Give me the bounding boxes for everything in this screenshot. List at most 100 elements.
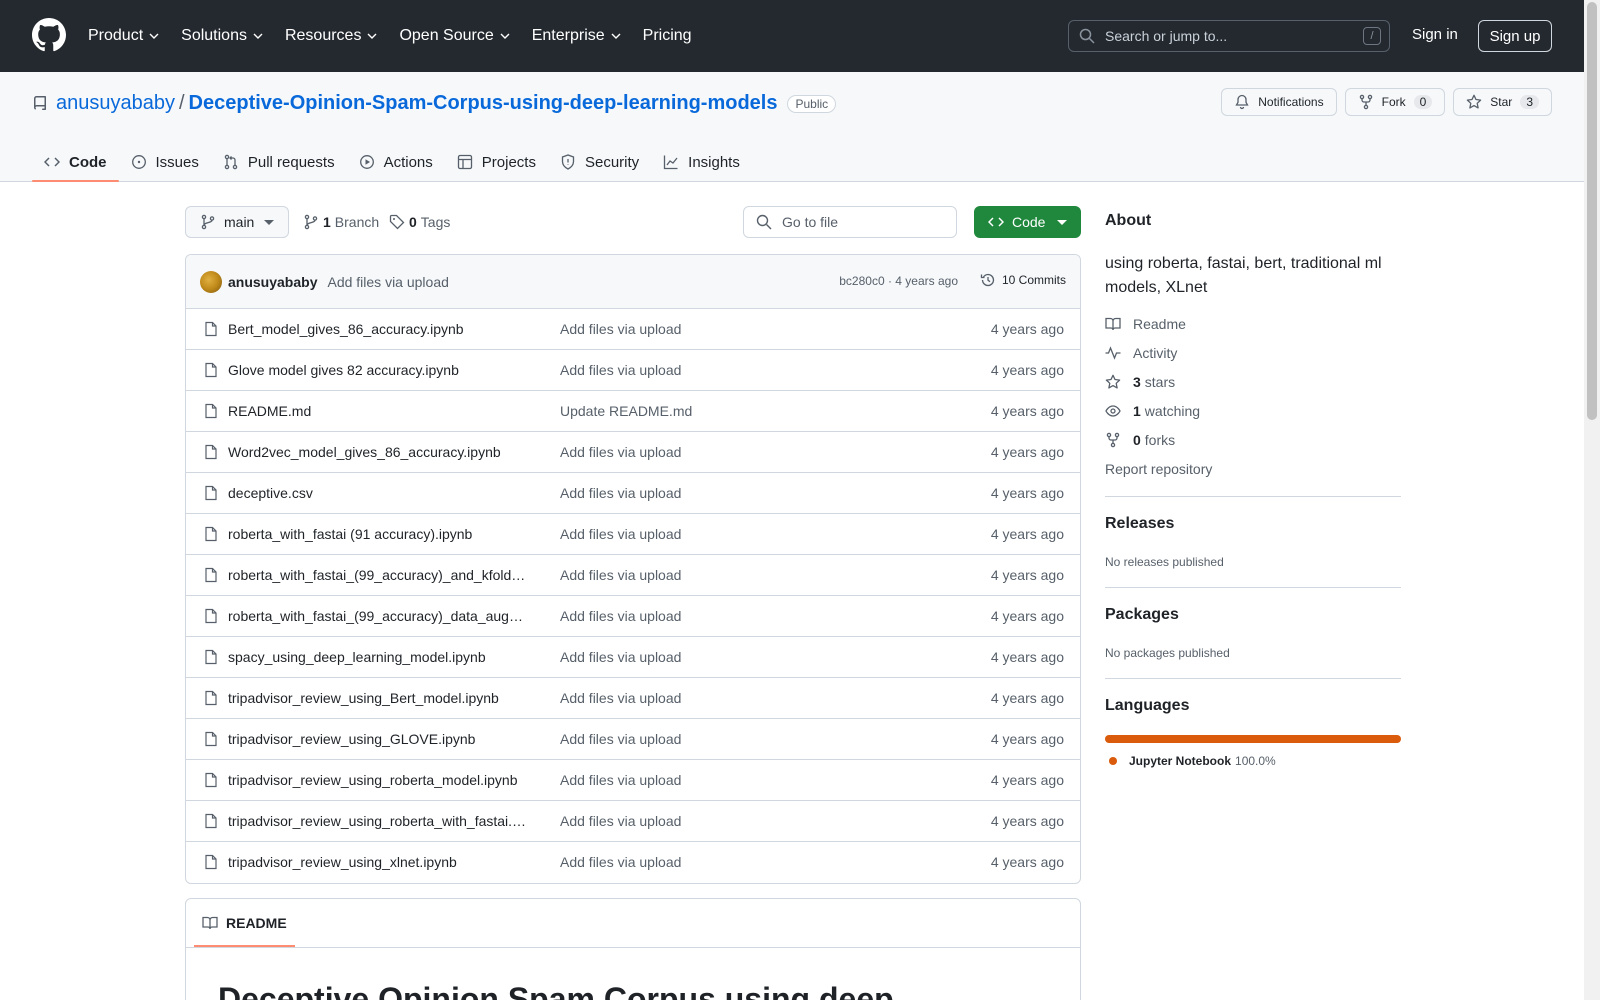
file-name-link[interactable]: roberta_with_fastai_(99_accuracy)_data_a… [228, 608, 528, 624]
file-name-link[interactable]: tripadvisor_review_using_Bert_model.ipyn… [228, 690, 528, 706]
stars-link[interactable]: 3 stars [1105, 372, 1175, 392]
star-label: Star [1490, 95, 1513, 109]
repo-owner-link[interactable]: anusuyababy [56, 92, 175, 115]
commit-meta[interactable]: bc280c0 · 4 years ago [839, 274, 958, 288]
file-commit-message[interactable]: Add files via upload [560, 813, 681, 829]
table-row: roberta_with_fastai_(99_accuracy)_and_kf… [186, 555, 1080, 596]
sign-in-link[interactable]: Sign in [1412, 26, 1458, 43]
tab-code[interactable]: Code [32, 142, 119, 182]
file-icon [205, 649, 217, 665]
tags-link[interactable]: 0 Tags [389, 206, 450, 238]
report-repository-link[interactable]: Report repository [1105, 459, 1212, 479]
file-name-link[interactable]: Bert_model_gives_86_accuracy.ipynb [228, 321, 528, 337]
nav-product[interactable]: Product [88, 27, 159, 45]
tab-insights[interactable]: Insights [651, 142, 752, 182]
nav-open-source[interactable]: Open Source [399, 27, 510, 45]
visibility-badge: Public [787, 94, 837, 113]
file-name-link[interactable]: Word2vec_model_gives_86_accuracy.ipynb [228, 444, 528, 460]
watching-link[interactable]: 1 watching [1105, 401, 1200, 421]
commit-message[interactable]: Add files via upload [327, 274, 448, 290]
nav-resources[interactable]: Resources [285, 27, 377, 45]
table-icon [457, 154, 472, 170]
branch-name: main [224, 214, 255, 230]
file-icon [205, 813, 217, 829]
tab-pull-requests[interactable]: Pull requests [211, 142, 347, 182]
file-commit-message[interactable]: Add files via upload [560, 731, 681, 747]
file-commit-message[interactable]: Add files via upload [560, 485, 681, 501]
nav-solutions[interactable]: Solutions [181, 27, 263, 45]
fork-icon [1106, 432, 1120, 448]
latest-commit-row: anusuyababy Add files via upload bc280c0… [186, 255, 1080, 309]
fork-button[interactable]: Fork 0 [1344, 88, 1446, 116]
file-name-link[interactable]: README.md [228, 403, 528, 419]
sign-up-button[interactable]: Sign up [1478, 20, 1552, 52]
history-icon [980, 273, 995, 287]
file-commit-message[interactable]: Add files via upload [560, 321, 681, 337]
file-icon [205, 444, 217, 460]
tab-insights-label: Insights [688, 153, 740, 171]
file-commit-message[interactable]: Add files via upload [560, 772, 681, 788]
nav-enterprise[interactable]: Enterprise [532, 27, 621, 45]
chevron-down-icon [611, 33, 621, 39]
notifications-label: Notifications [1258, 95, 1324, 109]
search-icon [756, 214, 772, 230]
caret-down-icon [264, 220, 274, 225]
packages-empty-text: No packages published [1105, 646, 1230, 660]
tab-security[interactable]: Security [548, 142, 651, 182]
tab-pull-requests-label: Pull requests [247, 153, 335, 171]
file-commit-message[interactable]: Add files via upload [560, 649, 681, 665]
code-dropdown-button[interactable]: Code [974, 206, 1081, 238]
notifications-button[interactable]: Notifications [1221, 88, 1337, 116]
file-commit-message[interactable]: Add files via upload [560, 362, 681, 378]
file-commit-message[interactable]: Add files via upload [560, 526, 681, 542]
page-scrollbar[interactable] [1584, 0, 1600, 1000]
commit-author[interactable]: anusuyababy [228, 274, 317, 290]
file-commit-message[interactable]: Add files via upload [560, 567, 681, 583]
file-name-link[interactable]: spacy_using_deep_learning_model.ipynb [228, 649, 528, 665]
file-icon [205, 854, 217, 870]
tab-actions[interactable]: Actions [347, 142, 445, 182]
nav-pricing-label: Pricing [642, 27, 692, 44]
packages-title[interactable]: Packages [1105, 606, 1179, 624]
global-search-input[interactable]: Search or jump to... / [1068, 20, 1390, 52]
file-name-link[interactable]: tripadvisor_review_using_roberta_model.i… [228, 772, 528, 788]
file-commit-message[interactable]: Add files via upload [560, 608, 681, 624]
table-row: tripadvisor_review_using_roberta_with_fa… [186, 801, 1080, 842]
file-name-link[interactable]: tripadvisor_review_using_roberta_with_fa… [228, 813, 528, 829]
file-name-link[interactable]: tripadvisor_review_using_xlnet.ipynb [228, 854, 528, 870]
readme-tab[interactable]: README [194, 899, 295, 947]
file-commit-message[interactable]: Update README.md [560, 403, 692, 419]
file-name-link[interactable]: roberta_with_fastai_(99_accuracy)_and_kf… [228, 567, 528, 583]
file-commit-message[interactable]: Add files via upload [560, 444, 681, 460]
file-commit-message[interactable]: Add files via upload [560, 690, 681, 706]
file-commit-time: 4 years ago [990, 772, 1064, 788]
go-to-file-input[interactable]: Go to file [743, 206, 957, 238]
repo-name-link[interactable]: Deceptive-Opinion-Spam-Corpus-using-deep… [189, 92, 778, 115]
table-row: tripadvisor_review_using_Bert_model.ipyn… [186, 678, 1080, 719]
github-logo-icon[interactable] [32, 18, 66, 52]
file-name-link[interactable]: tripadvisor_review_using_GLOVE.ipynb [228, 731, 528, 747]
table-row: Bert_model_gives_86_accuracy.ipynb Add f… [186, 309, 1080, 350]
commits-history-link[interactable]: 10 Commits [980, 272, 1066, 288]
forks-link[interactable]: 0 forks [1105, 430, 1175, 450]
branch-selector[interactable]: main [185, 206, 289, 238]
file-name-link[interactable]: roberta_with_fastai (91 accuracy).ipynb [228, 526, 528, 542]
language-percent: 100.0% [1235, 754, 1276, 768]
table-row: Glove model gives 82 accuracy.ipynb Add … [186, 350, 1080, 391]
avatar[interactable] [200, 270, 222, 293]
file-name-link[interactable]: Glove model gives 82 accuracy.ipynb [228, 362, 528, 378]
star-button[interactable]: Star 3 [1453, 88, 1552, 116]
tab-issues[interactable]: Issues [119, 142, 211, 182]
scrollbar-thumb[interactable] [1587, 2, 1597, 420]
nav-pricing[interactable]: Pricing [643, 27, 692, 45]
forks-label: forks [1144, 432, 1176, 448]
activity-link[interactable]: Activity [1105, 343, 1177, 363]
readme-link[interactable]: Readme [1105, 314, 1186, 334]
releases-title[interactable]: Releases [1105, 515, 1174, 533]
language-item[interactable]: Jupyter Notebook 100.0% [1109, 754, 1276, 768]
file-commit-message[interactable]: Add files via upload [560, 854, 681, 870]
file-name-link[interactable]: deceptive.csv [228, 485, 528, 501]
file-commit-time: 4 years ago [990, 444, 1064, 460]
branches-link[interactable]: 1 Branch [303, 206, 379, 238]
tab-projects[interactable]: Projects [445, 142, 548, 182]
